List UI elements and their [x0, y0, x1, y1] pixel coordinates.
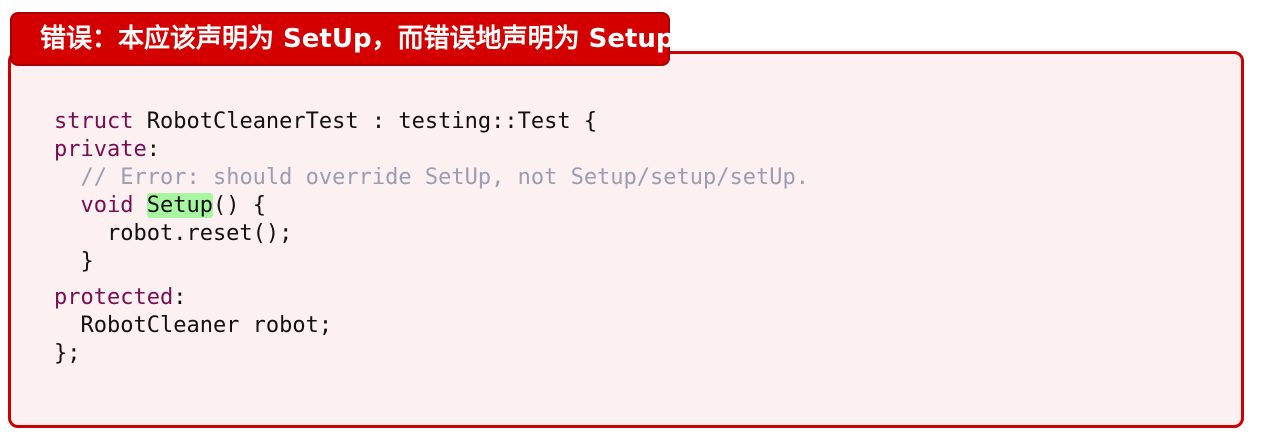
- blank-gap: [54, 276, 809, 284]
- protected-colon: :: [173, 285, 187, 310]
- keyword-void: void: [80, 193, 134, 218]
- struct-declaration: RobotCleanerTest : testing::Test {: [133, 109, 598, 134]
- private-colon: :: [146, 137, 160, 162]
- keyword-protected: protected: [54, 285, 174, 310]
- code-line-4: void Setup() {: [54, 193, 266, 218]
- code-line-8: RobotCleaner robot;: [54, 313, 333, 338]
- code-line-2: private:: [54, 137, 160, 162]
- error-title-banner: 错误：本应该声明为 SetUp，而错误地声明为 Setup: [10, 12, 675, 66]
- code-line-7: protected:: [54, 285, 186, 310]
- keyword-struct: struct: [54, 109, 134, 134]
- code-line-3: // Error: should override SetUp, not Set…: [54, 165, 809, 190]
- code-line-5: robot.reset();: [54, 221, 293, 246]
- error-comment: // Error: should override SetUp, not Set…: [80, 165, 809, 190]
- code-line-9: };: [54, 341, 81, 366]
- highlighted-setup-method: Setup: [146, 193, 213, 218]
- code-line-6: }: [54, 249, 94, 274]
- keyword-private: private: [54, 137, 147, 162]
- code-block: struct RobotCleanerTest : testing::Test …: [54, 108, 809, 368]
- code-line-1: struct RobotCleanerTest : testing::Test …: [54, 109, 597, 134]
- method-signature-rest: () {: [212, 193, 266, 218]
